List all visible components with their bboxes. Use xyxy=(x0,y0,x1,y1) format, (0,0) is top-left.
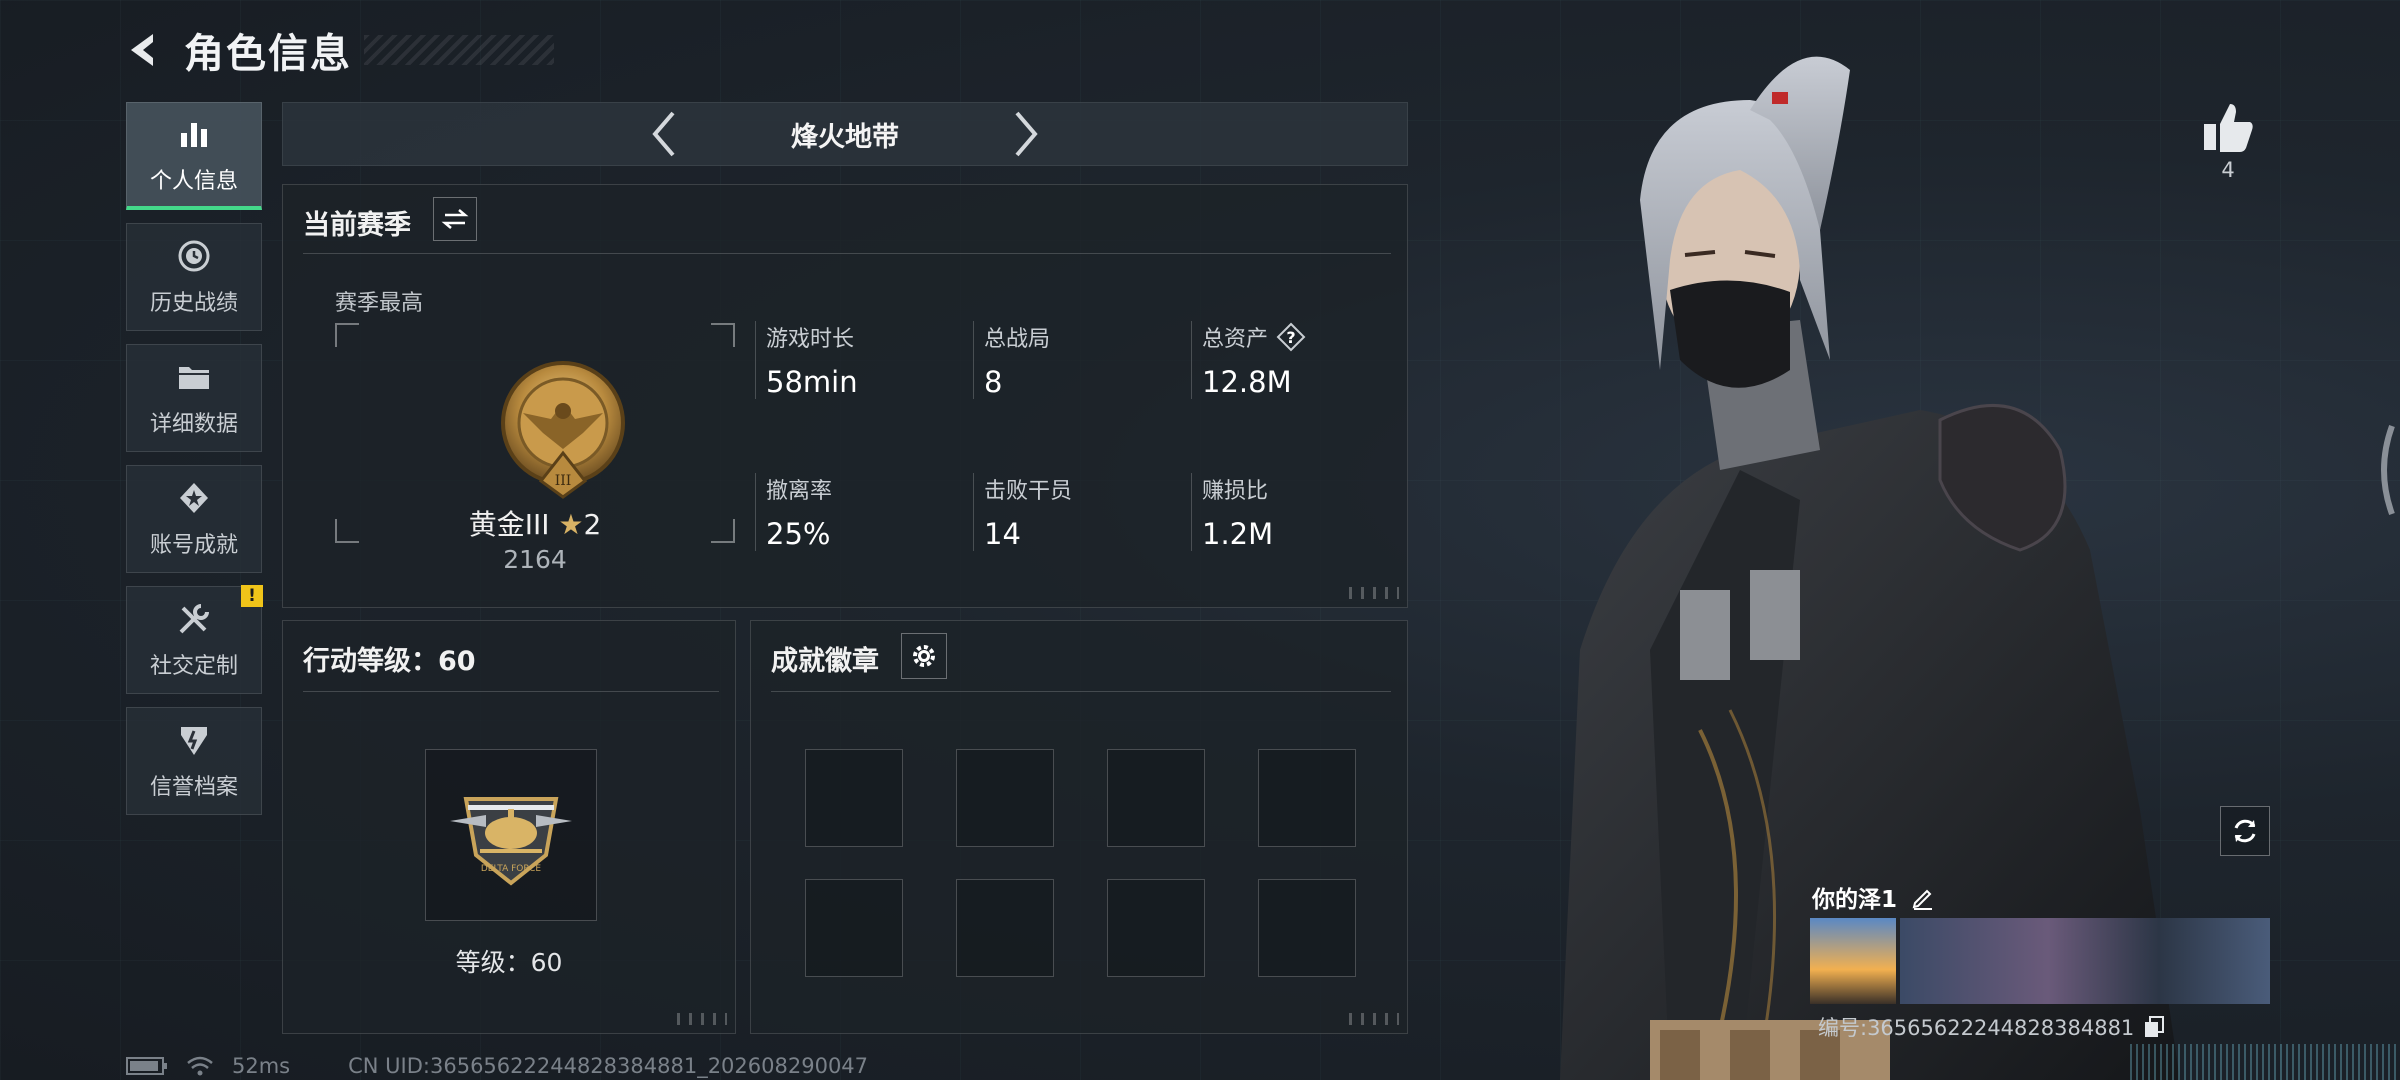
gear-icon xyxy=(913,645,935,667)
level-text: 等级：60 xyxy=(455,948,563,977)
corner-decoration xyxy=(1349,587,1399,599)
status-bar: 52ms CN UID:365656222448283848​81_202608… xyxy=(126,1054,868,1078)
mode-next-button[interactable] xyxy=(995,104,1055,164)
title-decoration xyxy=(364,35,554,65)
nav-item-personal-info[interactable]: 个人信息 xyxy=(126,102,262,210)
card-name: 你的泽1 xyxy=(1812,880,1937,914)
divider xyxy=(771,691,1391,692)
banner-scene-image xyxy=(1900,918,2270,1004)
badge-slot[interactable] xyxy=(1258,879,1356,977)
like-count: 4 xyxy=(2221,158,2235,182)
page-header: 角色信息 xyxy=(120,20,554,80)
mode-name: 烽火地带 xyxy=(791,121,899,153)
level-title: 行动等级：60 xyxy=(303,646,476,677)
star-icon: ★ xyxy=(558,508,584,541)
nav-item-social-custom[interactable]: 社交定制 ! xyxy=(126,585,263,694)
ping-text: 52ms xyxy=(232,1054,291,1078)
notice-badge: ! xyxy=(241,585,263,607)
back-arrow-icon xyxy=(131,34,153,66)
level-badge[interactable]: DELTA FORCE xyxy=(425,749,597,921)
divider xyxy=(303,691,719,692)
corner-decoration xyxy=(1349,1013,1399,1025)
nav-item-history[interactable]: 历史战绩 xyxy=(126,223,262,331)
badge-slot[interactable] xyxy=(1107,879,1205,977)
mode-selector: 烽火地带 xyxy=(282,102,1408,166)
history-icon xyxy=(178,240,210,272)
name-card-banner[interactable] xyxy=(1810,918,2270,1004)
stat-total-matches: 总战局 8 xyxy=(973,321,1050,399)
chevron-right-icon xyxy=(1015,111,1038,157)
stat-total-assets: 总资产 ? 12.8M xyxy=(1191,321,1306,399)
achievement-badges-panel: 成就徽章 xyxy=(750,620,1408,1034)
divider xyxy=(303,253,1391,254)
corner-decoration xyxy=(677,1013,727,1025)
swap-icon xyxy=(441,209,469,229)
nav-item-detailed-data[interactable]: 详细数据 xyxy=(126,344,262,452)
svg-text:III: III xyxy=(555,473,572,489)
stat-extraction-rate: 撤离率 25% xyxy=(755,473,832,551)
wifi-icon xyxy=(187,1056,213,1076)
achievements-title: 成就徽章 xyxy=(771,646,879,677)
season-title: 当前赛季 xyxy=(303,210,411,241)
stat-profit-loss: 赚损比 1.2M xyxy=(1191,473,1273,551)
thumbs-up-icon[interactable] xyxy=(2196,96,2260,160)
nav-label: 个人信息 xyxy=(149,168,238,194)
nav-label: 账号成就 xyxy=(149,533,238,558)
badge-slot[interactable] xyxy=(1258,749,1356,847)
tools-icon xyxy=(179,604,209,634)
banner-sunset-image xyxy=(1810,918,1896,1004)
badge-slot[interactable] xyxy=(805,879,903,977)
badge-settings-button[interactable] xyxy=(901,633,947,679)
back-button[interactable] xyxy=(120,25,170,75)
nav-label: 历史战绩 xyxy=(149,291,238,316)
season-best-label: 赛季最高 xyxy=(335,291,424,316)
nav-label: 信誉档案 xyxy=(149,775,238,800)
nav-label: 社交定制 xyxy=(149,654,238,679)
nav-label: 详细数据 xyxy=(149,412,238,437)
season-panel: 当前赛季 赛季最高 III 黄金III ★2 2164 游戏时长 58min 总… xyxy=(282,184,1408,608)
badge-slot[interactable] xyxy=(805,749,903,847)
chevron-left-icon xyxy=(652,111,675,157)
uid-text: CN UID:365656222448283848​81_20260829004… xyxy=(348,1054,869,1078)
side-panel-handle-icon[interactable] xyxy=(2372,420,2400,520)
rank-name: 黄金III ★2 xyxy=(468,508,602,541)
rank-frame: III 黄金III ★2 2164 xyxy=(335,323,735,574)
help-icon[interactable]: ? xyxy=(1276,322,1306,352)
badge-slot[interactable] xyxy=(956,749,1054,847)
folder-icon xyxy=(179,367,209,389)
season-switch-button[interactable] xyxy=(433,197,477,241)
side-nav: 个人信息 历史战绩 详细数据 账号成就 社交定制 ! 信誉档案 xyxy=(126,102,263,828)
nav-item-account-achievements[interactable]: 账号成就 xyxy=(126,465,262,573)
rank-medal-icon: III xyxy=(501,361,625,499)
battery-icon xyxy=(126,1057,167,1075)
rank-score: 2164 xyxy=(503,545,567,574)
badge-slot[interactable] xyxy=(1107,749,1205,847)
badge-slot[interactable] xyxy=(956,879,1054,977)
rank-stars: 2 xyxy=(583,508,602,541)
stat-play-time: 游戏时长 58min xyxy=(755,321,858,399)
action-level-panel: 行动等级：60 DELTA FORCE 等级：60 xyxy=(282,620,736,1034)
refresh-icon xyxy=(2234,819,2256,843)
svg-text:DELTA FORCE: DELTA FORCE xyxy=(481,864,542,874)
achievement-icon xyxy=(180,483,208,513)
svg-text:?: ? xyxy=(1286,328,1295,347)
nav-item-credit-record[interactable]: 信誉档案 xyxy=(126,707,262,815)
shield-icon xyxy=(181,727,207,755)
rotate-button[interactable] xyxy=(2220,806,2270,856)
decorative-stripes xyxy=(2130,1044,2400,1080)
stat-operators-defeated: 击败干员 14 xyxy=(973,473,1072,551)
bar-chart-icon xyxy=(181,122,207,147)
copy-icon[interactable] xyxy=(2142,1015,2166,1039)
card-id: 编号:36565622244828384881 xyxy=(1818,1012,2166,1042)
mode-prev-button[interactable] xyxy=(635,104,695,164)
helicopter-badge-icon: DELTA FORCE xyxy=(450,797,572,886)
page-title: 角色信息 xyxy=(184,31,352,77)
edit-icon[interactable] xyxy=(1909,883,1937,911)
